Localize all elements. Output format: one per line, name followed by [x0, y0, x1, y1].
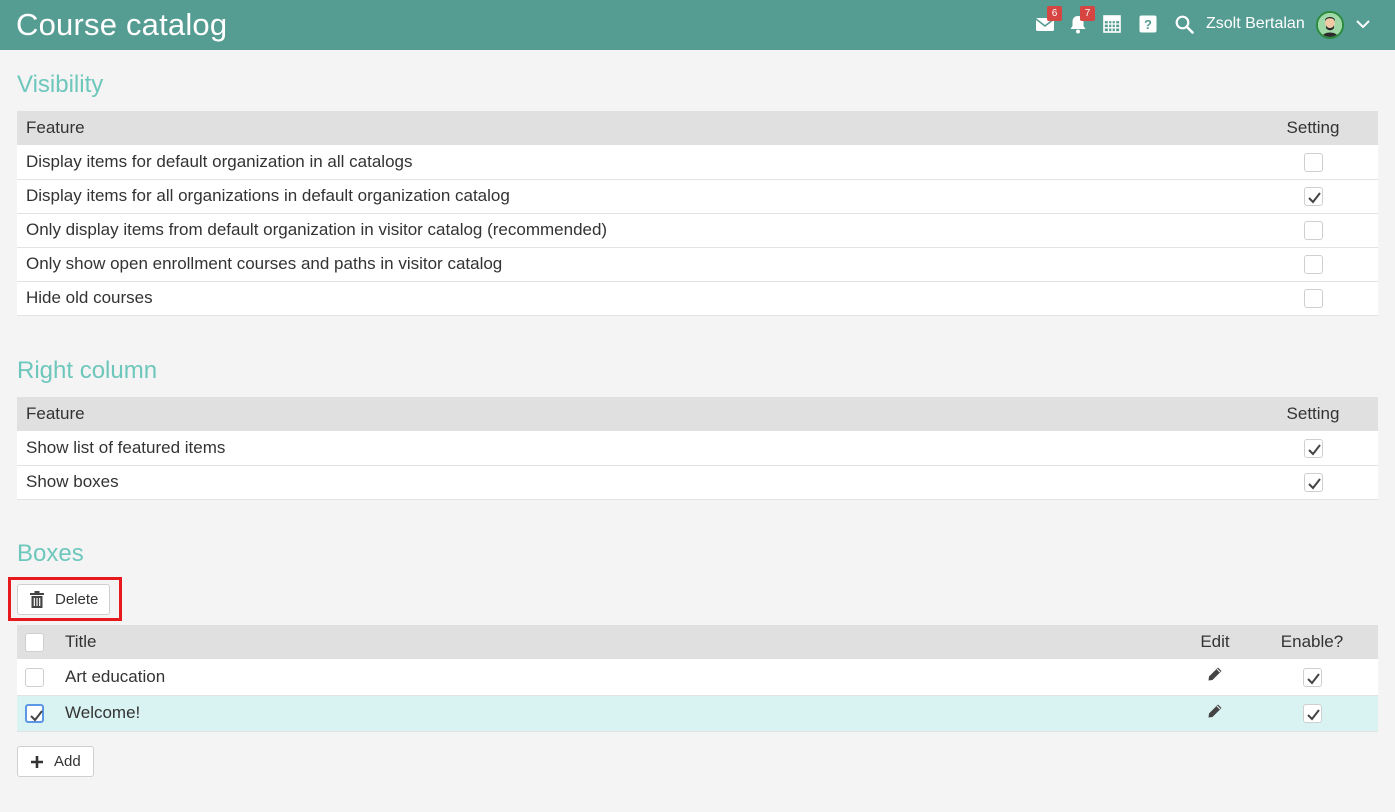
- select-all-checkbox[interactable]: [25, 633, 44, 652]
- setting-checkbox[interactable]: [1303, 221, 1323, 240]
- edit-button[interactable]: [1184, 659, 1246, 696]
- search-button[interactable]: [1173, 13, 1195, 35]
- calendar-button[interactable]: [1101, 13, 1123, 35]
- checkmark-icon: [1307, 444, 1321, 456]
- checkmark-icon: [1307, 478, 1321, 490]
- enable-cell: [1246, 659, 1378, 696]
- setting-cell: [1248, 213, 1378, 248]
- enable-checkbox[interactable]: [1302, 704, 1322, 723]
- help-icon: ?: [1139, 15, 1157, 33]
- feature-column-header: Feature: [17, 111, 1248, 145]
- box-row[interactable]: Art education: [17, 659, 1378, 696]
- setting-column-header: Setting: [1248, 397, 1378, 431]
- chevron-down-icon[interactable]: [1355, 16, 1371, 32]
- avatar[interactable]: [1316, 11, 1344, 39]
- setting-cell: [1248, 281, 1378, 316]
- setting-checkbox[interactable]: [1303, 289, 1323, 308]
- setting-checkbox[interactable]: [1303, 255, 1323, 274]
- right-column-table: Feature Setting Show list of featured it…: [17, 397, 1378, 500]
- search-icon: [1175, 15, 1194, 34]
- setting-checkbox[interactable]: [1303, 187, 1323, 206]
- checkmark-icon: [1306, 673, 1320, 685]
- enable-checkbox[interactable]: [1302, 667, 1322, 687]
- box-title: Welcome!: [56, 695, 1184, 732]
- title-column-header: Title: [56, 625, 1184, 659]
- row-select-cell: [17, 659, 56, 696]
- checkmark-icon: [1306, 709, 1320, 721]
- setting-checkbox[interactable]: [1303, 438, 1323, 458]
- checkmark-icon: [30, 710, 43, 722]
- table-row: Show boxes: [17, 465, 1378, 500]
- setting-cell: [1248, 431, 1378, 466]
- plus-icon: [31, 755, 43, 768]
- visibility-table: Feature Setting Display items for defaul…: [17, 111, 1378, 316]
- feature-label: Display items for all organizations in d…: [17, 179, 1248, 214]
- feature-label: Hide old courses: [17, 281, 1248, 316]
- setting-cell: [1248, 247, 1378, 282]
- edit-button[interactable]: [1184, 695, 1246, 732]
- setting-cell: [1248, 465, 1378, 500]
- add-button[interactable]: Add: [17, 746, 94, 777]
- user-avatar-icon: [1318, 13, 1342, 37]
- help-button[interactable]: ?: [1137, 13, 1159, 35]
- setting-checkbox[interactable]: [1303, 152, 1323, 172]
- setting-cell: [1248, 179, 1378, 214]
- row-select-checkbox[interactable]: [25, 704, 44, 723]
- pencil-icon: [1208, 667, 1222, 681]
- box-title: Art education: [56, 659, 1184, 696]
- table-row: Only show open enrollment courses and pa…: [17, 247, 1378, 282]
- calendar-grid-icon: [1103, 15, 1121, 33]
- feature-label: Only show open enrollment courses and pa…: [17, 247, 1248, 282]
- box-row[interactable]: Welcome!: [17, 695, 1378, 732]
- table-row: Hide old courses: [17, 281, 1378, 316]
- select-all-cell: [17, 625, 56, 659]
- row-select-checkbox[interactable]: [25, 667, 44, 687]
- right-column-section-title: Right column: [17, 357, 158, 384]
- enable-column-header: Enable?: [1246, 625, 1378, 659]
- notifications-badge: 7: [1080, 6, 1095, 21]
- feature-label: Only display items from default organiza…: [17, 213, 1248, 248]
- table-row: Only display items from default organiza…: [17, 213, 1378, 248]
- feature-label: Display items for default organization i…: [17, 145, 1248, 180]
- add-button-label: Add: [54, 753, 81, 770]
- page-title: Course catalog: [16, 7, 228, 42]
- delete-button-label: Delete: [55, 591, 99, 608]
- top-bar: Course catalog 6 7 ? Zsolt Bertalan: [0, 0, 1395, 50]
- boxes-table: Title Edit Enable? Art education Welcome!: [17, 625, 1378, 732]
- setting-cell: [1248, 145, 1378, 180]
- setting-checkbox[interactable]: [1303, 473, 1323, 492]
- checkmark-icon: [1307, 192, 1321, 204]
- notifications-button[interactable]: 7: [1067, 6, 1095, 35]
- trash-icon: [30, 591, 44, 608]
- edit-column-header: Edit: [1184, 625, 1246, 659]
- table-row: Display items for default organization i…: [17, 145, 1378, 180]
- feature-label: Show list of featured items: [17, 431, 1248, 466]
- boxes-section-title: Boxes: [17, 540, 84, 567]
- table-row: Show list of featured items: [17, 431, 1378, 466]
- enable-cell: [1246, 695, 1378, 732]
- row-select-cell: [17, 695, 56, 732]
- delete-button[interactable]: Delete: [17, 584, 110, 615]
- visibility-section-title: Visibility: [17, 71, 104, 98]
- feature-column-header: Feature: [17, 397, 1248, 431]
- user-name[interactable]: Zsolt Bertalan: [1206, 15, 1305, 33]
- svg-text:?: ?: [1144, 17, 1152, 32]
- pencil-icon: [1208, 704, 1222, 717]
- table-row: Display items for all organizations in d…: [17, 179, 1378, 214]
- messages-button[interactable]: 6: [1034, 6, 1062, 35]
- feature-label: Show boxes: [17, 465, 1248, 500]
- setting-column-header: Setting: [1248, 111, 1378, 145]
- messages-badge: 6: [1047, 6, 1062, 21]
